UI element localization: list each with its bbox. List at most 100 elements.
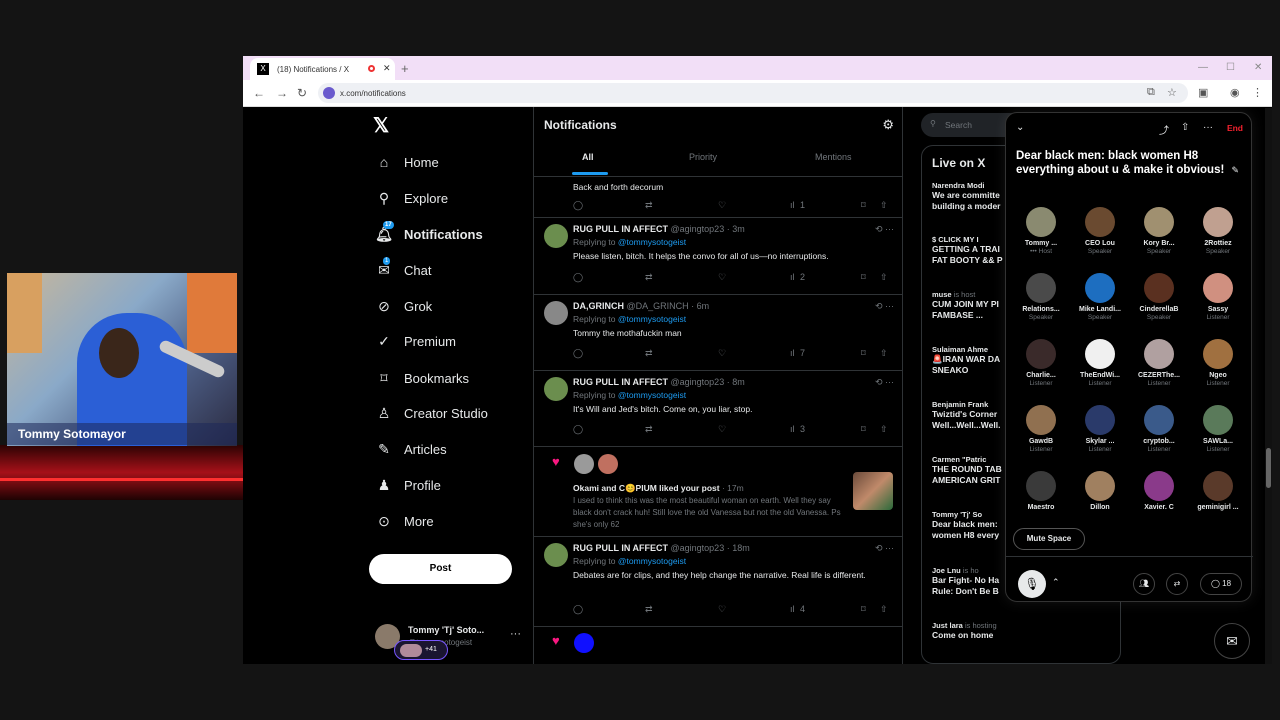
- list-item[interactable]: Back and forth decorum ◯ ⇄ ♡ ıl 1 ⌑ ⇧: [534, 177, 902, 218]
- views-icon[interactable]: ıl: [790, 348, 795, 358]
- speaker-tile[interactable]: cryptob... Listener: [1131, 405, 1187, 467]
- install-icon[interactable]: ⧉: [1147, 86, 1155, 99]
- share-icon[interactable]: ⇧: [1181, 122, 1189, 133]
- end-space-button[interactable]: End: [1227, 123, 1243, 133]
- menu-icon[interactable]: ⋮: [1252, 86, 1263, 99]
- like-icon[interactable]: ♡: [718, 200, 726, 211]
- x-logo-icon[interactable]: 𝕏: [373, 113, 389, 138]
- list-item[interactable]: DA,GRINCH @DA_GRINCH · 6m ⟲ ··· Replying…: [534, 295, 902, 371]
- more-dots-icon[interactable]: ···: [510, 628, 521, 640]
- views-icon[interactable]: ıl: [790, 424, 795, 434]
- nav-more[interactable]: ⊙ More: [375, 510, 434, 532]
- reply-icon[interactable]: ◯: [573, 604, 583, 615]
- speaker-tile[interactable]: CEZERThe... Listener: [1131, 339, 1187, 401]
- speaker-tile[interactable]: Charlie... Listener: [1013, 339, 1069, 401]
- more-dots-icon[interactable]: ···: [1203, 122, 1213, 133]
- like-notification[interactable]: ♥ Okami and C😊PIUM liked your post · 17m…: [534, 447, 902, 537]
- share-icon[interactable]: ⇧: [880, 200, 888, 211]
- speaker-tile[interactable]: Sassy Listener: [1190, 273, 1246, 335]
- browser-tab[interactable]: X (18) Notifications / X ✕: [250, 58, 395, 80]
- reload-button[interactable]: ↻: [297, 86, 307, 100]
- nav-articles[interactable]: ✎ Articles: [375, 438, 447, 460]
- speaker-tile[interactable]: GawdB Listener: [1013, 405, 1069, 467]
- listeners-pill[interactable]: +41: [394, 640, 448, 660]
- mention-link[interactable]: @tommysotogeist: [618, 390, 686, 400]
- speaker-tile[interactable]: Kory Br... Speaker: [1131, 207, 1187, 269]
- repost-icon[interactable]: ⇄: [1166, 573, 1188, 595]
- like-notification[interactable]: ♥: [534, 627, 902, 664]
- list-item[interactable]: RUG PULL IN AFFECT @agingtop23 · 18m ⟲ ·…: [534, 537, 902, 627]
- share-icon[interactable]: ⇧: [880, 604, 888, 615]
- speaker-tile[interactable]: CEO Lou Speaker: [1072, 207, 1128, 269]
- post-menu-icon[interactable]: ⟲ ···: [875, 543, 894, 554]
- new-tab-button[interactable]: +: [401, 61, 409, 76]
- share-icon[interactable]: ⇧: [880, 272, 888, 283]
- nav-grok[interactable]: ⊘ Grok: [375, 295, 432, 317]
- people-icon[interactable]: 👥︎: [1133, 573, 1155, 595]
- messages-fab-icon[interactable]: ✉: [1214, 623, 1250, 659]
- bookmark-icon[interactable]: ⌑: [861, 200, 866, 211]
- bookmark-icon[interactable]: ⌑: [861, 272, 866, 283]
- speaker-tile[interactable]: CinderellaB Speaker: [1131, 273, 1187, 335]
- nav-home[interactable]: ⌂ Home: [375, 151, 439, 173]
- mention-link[interactable]: @tommysotogeist: [618, 314, 686, 324]
- views-icon[interactable]: ıl: [790, 200, 795, 210]
- edit-icon[interactable]: ✎: [1231, 165, 1239, 176]
- speaker-tile[interactable]: TheEndWi... Listener: [1072, 339, 1128, 401]
- back-button[interactable]: ←: [253, 86, 265, 100]
- speaker-tile[interactable]: Dillon: [1072, 471, 1128, 533]
- comments-button[interactable]: ◯ 18: [1200, 573, 1242, 595]
- gear-icon[interactable]: ⚙: [882, 117, 894, 133]
- post-menu-icon[interactable]: ⟲ ···: [875, 224, 894, 235]
- share-icon[interactable]: ⇧: [880, 424, 888, 435]
- bookmark-icon[interactable]: ⌑: [861, 424, 866, 435]
- minimize-button[interactable]: —: [1198, 62, 1208, 73]
- speaker-tile[interactable]: Mike Landi... Speaker: [1072, 273, 1128, 335]
- repost-icon[interactable]: ⇄: [645, 200, 653, 211]
- views-icon[interactable]: ıl: [790, 272, 795, 282]
- profile-icon[interactable]: ◉: [1230, 86, 1240, 99]
- post-button[interactable]: Post: [369, 554, 512, 584]
- page-scrollbar[interactable]: [1265, 108, 1272, 664]
- chevron-down-icon[interactable]: ⌄: [1016, 122, 1024, 133]
- speaker-tile[interactable]: Skylar ... Listener: [1072, 405, 1128, 467]
- nav-creator-studio[interactable]: ♙ Creator Studio: [375, 402, 488, 424]
- speaker-tile[interactable]: Maestro: [1013, 471, 1069, 533]
- mention-link[interactable]: @tommysotogeist: [618, 556, 686, 566]
- like-icon[interactable]: ♡: [718, 604, 726, 615]
- sidepanel-icon[interactable]: ▣: [1198, 86, 1208, 99]
- repost-icon[interactable]: ⇄: [645, 604, 653, 615]
- tab-mentions[interactable]: Mentions: [815, 152, 852, 162]
- share-icon[interactable]: ⇧: [880, 348, 888, 359]
- url-field[interactable]: x.com/notifications: [318, 83, 1188, 103]
- forward-button[interactable]: →: [276, 86, 288, 100]
- site-info-icon[interactable]: [323, 87, 335, 99]
- chevron-up-icon[interactable]: ⌃: [1052, 577, 1060, 588]
- list-item[interactable]: RUG PULL IN AFFECT @agingtop23 · 8m ⟲ ··…: [534, 371, 902, 447]
- reply-icon[interactable]: ◯: [573, 348, 583, 359]
- maximize-button[interactable]: ☐: [1226, 62, 1235, 73]
- reply-icon[interactable]: ◯: [573, 272, 583, 283]
- nav-chat[interactable]: ✉ 1 Chat: [375, 256, 431, 281]
- repost-icon[interactable]: ⇄: [645, 424, 653, 435]
- close-window-button[interactable]: ✕: [1254, 62, 1262, 73]
- tab-all[interactable]: All: [582, 152, 594, 162]
- like-icon[interactable]: ♡: [718, 348, 726, 359]
- reply-icon[interactable]: ◯: [573, 424, 583, 435]
- post-menu-icon[interactable]: ⟲ ···: [875, 377, 894, 388]
- speaker-tile[interactable]: Xavier. C: [1131, 471, 1187, 533]
- nav-notifications[interactable]: 🔔︎ 17 Notifications: [375, 220, 483, 245]
- repost-icon[interactable]: ⇄: [645, 272, 653, 283]
- tab-priority[interactable]: Priority: [689, 152, 717, 162]
- bookmark-star-icon[interactable]: ☆: [1167, 86, 1177, 99]
- like-icon[interactable]: ♡: [718, 272, 726, 283]
- post-menu-icon[interactable]: ⟲ ···: [875, 301, 894, 312]
- microphone-icon[interactable]: 🎙︎: [1018, 570, 1046, 598]
- speaker-tile[interactable]: geminigirl ...: [1190, 471, 1246, 533]
- scrollbar-thumb[interactable]: [1266, 448, 1271, 488]
- nav-explore[interactable]: ⚲ Explore: [375, 187, 448, 209]
- mention-link[interactable]: @tommysotogeist: [618, 237, 686, 247]
- speaker-tile[interactable]: 2Rottiez Speaker: [1190, 207, 1246, 269]
- nav-profile[interactable]: ♟ Profile: [375, 474, 441, 496]
- nav-bookmarks[interactable]: ⌑ Bookmarks: [375, 367, 469, 389]
